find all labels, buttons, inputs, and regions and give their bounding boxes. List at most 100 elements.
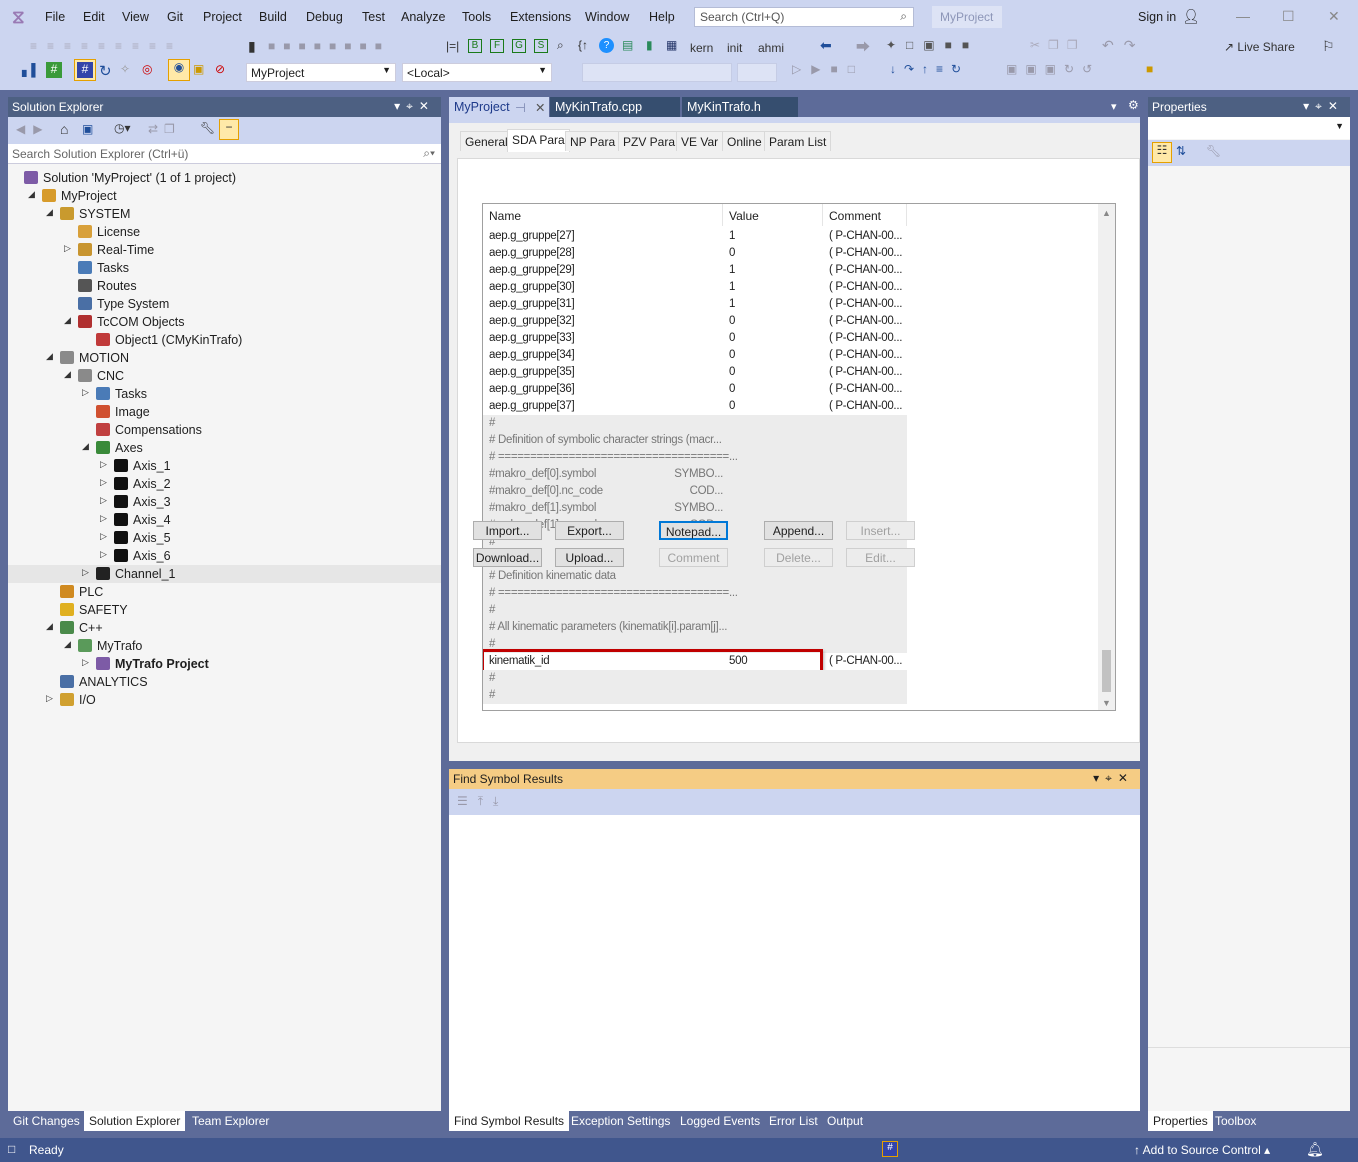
parameter-grid[interactable]: Name Value Comment aep.g_gruppe[27] 1 ( P-…	[482, 203, 1116, 711]
param-value[interactable]: 0	[729, 366, 735, 378]
comment-row[interactable]: # Definition kinematic data	[483, 568, 907, 585]
feedback-icon[interactable]: ⚐	[1322, 38, 1335, 55]
parameter-row[interactable]: aep.g_gruppe[27] 1 ( P-CHAN-00...	[483, 228, 907, 245]
show-online-icon[interactable]: ⊘	[215, 62, 225, 76]
tab-team-explorer[interactable]: Team Explorer	[187, 1111, 274, 1131]
reload-icon[interactable]: ↻	[99, 62, 112, 80]
tree-item[interactable]: ANALYTICS	[8, 673, 441, 691]
doc-tab-myproject[interactable]: MyProject ⊣ ✕	[449, 97, 549, 117]
tab-overflow-icon[interactable]: ▾	[1111, 100, 1117, 113]
collapsed-arrow-icon[interactable]: ▷	[100, 495, 107, 506]
cnc-toolbar-icons[interactable]: ▣▣▣↻↺	[1006, 62, 1100, 76]
menu-file[interactable]: File	[45, 10, 65, 24]
step-icons[interactable]: ↓↷↑≡↻	[890, 62, 969, 76]
toolbar-button-g[interactable]: G	[512, 39, 526, 53]
pin-icon[interactable]: ⊣	[515, 100, 526, 115]
tree-item[interactable]: ▷ Tasks	[8, 385, 441, 403]
doc-tab-mykintrafo-cpp[interactable]: MyKinTrafo.cpp	[550, 97, 680, 117]
notepad-button[interactable]: Notepad...	[659, 521, 728, 540]
grid-icon[interactable]: ▦	[666, 38, 677, 52]
toolbar-button-ahmi[interactable]: ahmi	[758, 41, 784, 55]
menu-edit[interactable]: Edit	[83, 10, 105, 24]
comment-row[interactable]: #makro_def[0].symbol SYMBO...	[483, 466, 907, 483]
properties-object-combo[interactable]: ▼	[1148, 117, 1350, 139]
param-value[interactable]: 0	[729, 383, 735, 395]
bar-chart-icon[interactable]: ▖▌	[22, 63, 40, 77]
parameter-row[interactable]: aep.g_gruppe[35] 0 ( P-CHAN-00...	[483, 364, 907, 381]
column-header-value[interactable]: Value	[723, 204, 823, 226]
tree-item[interactable]: ▷ Axis_4	[8, 511, 441, 529]
disabled-combo[interactable]	[582, 63, 732, 82]
toolbar-button-init[interactable]: init	[727, 41, 742, 55]
back-forward-icons[interactable]: ◀▶	[16, 122, 50, 136]
disabled-combo-small[interactable]	[737, 63, 777, 82]
notifications-bell-icon[interactable]: 🔔︎	[1306, 1141, 1324, 1158]
tab-exception-settings[interactable]: Exception Settings	[566, 1111, 675, 1131]
toolbar-button-b[interactable]: B	[468, 39, 482, 53]
tree-item[interactable]: ▷ MyTrafo Project	[8, 655, 441, 673]
tree-item[interactable]: Solution 'MyProject' (1 of 1 project)	[8, 169, 441, 187]
comment-row[interactable]: #makro_def[1].symbol SYMBO...	[483, 500, 907, 517]
expanded-arrow-icon[interactable]: ◢	[64, 639, 71, 650]
activate-config-button[interactable]: #	[74, 59, 96, 81]
help-icon[interactable]: ?	[599, 38, 614, 53]
settings-gear-icon[interactable]: ⚙	[1128, 98, 1139, 112]
parameter-row[interactable]: aep.g_gruppe[33] 0 ( P-CHAN-00...	[483, 330, 907, 347]
append-button[interactable]: Append...	[764, 521, 833, 540]
toolbar-button-f[interactable]: F	[490, 39, 504, 53]
download-button[interactable]: Download...	[473, 548, 542, 567]
tree-item[interactable]: Tasks	[8, 259, 441, 277]
collapsed-arrow-icon[interactable]: ▷	[82, 387, 89, 398]
parameter-row[interactable]: aep.g_gruppe[36] 0 ( P-CHAN-00...	[483, 381, 907, 398]
config-mode-button[interactable]: ◉	[168, 59, 190, 81]
live-share-button[interactable]: ↗ Live Share	[1224, 40, 1295, 54]
parameter-row[interactable]: aep.g_gruppe[30] 1 ( P-CHAN-00...	[483, 279, 907, 296]
scroll-down-icon[interactable]: ▼	[1102, 698, 1111, 708]
menu-git[interactable]: Git	[167, 10, 183, 24]
collapsed-arrow-icon[interactable]: ▷	[100, 477, 107, 488]
home-icon[interactable]: ⌂	[60, 121, 68, 137]
tree-item[interactable]: ◢ CNC	[8, 367, 441, 385]
close-tab-icon[interactable]: ✕	[535, 100, 545, 115]
folder-icon[interactable]: ■	[1146, 62, 1153, 76]
comment-row[interactable]: #	[483, 670, 907, 687]
expanded-arrow-icon[interactable]: ◢	[64, 369, 71, 380]
collapsed-arrow-icon[interactable]: ▷	[82, 657, 89, 668]
expanded-arrow-icon[interactable]: ◢	[28, 189, 35, 200]
upload-button[interactable]: Upload...	[555, 548, 624, 567]
list-icon[interactable]: ▤	[622, 38, 633, 52]
undo-redo-icons[interactable]: ↶↷	[1102, 37, 1145, 54]
choose-target-icon[interactable]: ▣	[193, 62, 204, 76]
param-tab-pzv-para[interactable]: PZV Para	[618, 131, 681, 151]
tab-solution-explorer[interactable]: Solution Explorer	[84, 1111, 186, 1131]
expanded-arrow-icon[interactable]: ◢	[64, 315, 71, 326]
param-tab-general[interactable]: General	[460, 131, 513, 151]
comment-row[interactable]: # Definition of symbolic character strin…	[483, 432, 907, 449]
param-value[interactable]: 1	[729, 264, 735, 276]
collapsed-arrow-icon[interactable]: ▷	[100, 513, 107, 524]
collapsed-arrow-icon[interactable]: ▷	[100, 549, 107, 560]
toolbar-button-kern[interactable]: kern	[690, 41, 713, 55]
tree-item[interactable]: License	[8, 223, 441, 241]
preview-selected-button[interactable]: −	[219, 119, 239, 140]
add-to-source-control-button[interactable]: ↑ Add to Source Control ▴	[1134, 1143, 1270, 1157]
comment-row[interactable]: # ====================================..…	[483, 585, 907, 602]
parameter-row[interactable]: aep.g_gruppe[29] 1 ( P-CHAN-00...	[483, 262, 907, 279]
text-editor-toolbar-icons[interactable]: ≡≡≡≡≡≡≡≡≡	[30, 39, 183, 53]
param-tab-ve-var[interactable]: VE Var	[676, 131, 724, 151]
insert-button[interactable]: Insert...	[846, 521, 915, 540]
find-icon[interactable]: ⌕	[557, 38, 564, 53]
param-value[interactable]: 1	[729, 230, 735, 242]
tree-item[interactable]: ▷ Real-Time	[8, 241, 441, 259]
categorized-button[interactable]: ☷	[1152, 142, 1172, 163]
close-window-button[interactable]: ✕	[1328, 8, 1340, 25]
twincat-status-icon[interactable]: #	[882, 1141, 898, 1157]
comment-row[interactable]: #	[483, 602, 907, 619]
menu-build[interactable]: Build	[259, 10, 287, 24]
output-window-icon[interactable]: □	[8, 1142, 15, 1156]
panel-controls[interactable]: ▾⌖✕	[1093, 771, 1134, 786]
align-icon[interactable]: |=|	[446, 39, 459, 53]
menu-view[interactable]: View	[122, 10, 149, 24]
collapsed-arrow-icon[interactable]: ▷	[100, 531, 107, 542]
sign-in-link[interactable]: Sign in	[1138, 10, 1176, 24]
